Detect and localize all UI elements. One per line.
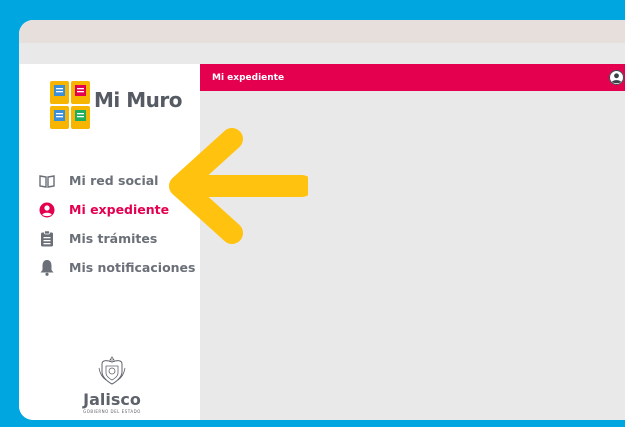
sidebar-item-mis-notificaciones[interactable]: Mis notificaciones [39,253,195,282]
org-name: Jalisco [83,390,141,409]
book-open-icon [39,173,55,189]
page-header: Mi expediente [200,64,625,91]
user-avatar-icon [609,70,624,85]
sidebar-item-label: Mi red social [69,173,159,188]
browser-toolbar [19,43,625,64]
sidebar-item-label: Mis notificaciones [69,260,196,275]
jalisco-logo: Jalisco GOBIERNO DEL ESTADO [72,354,152,414]
org-subtitle: GOBIERNO DEL ESTADO [83,409,141,414]
clipboard-icon [39,230,55,247]
app-window: Mi Muro Mi red social Mi expediente Mis … [19,20,625,420]
browser-titlebar [19,20,625,43]
app-logo[interactable]: Mi Muro [50,81,182,129]
sidebar-item-label: Mis trámites [69,231,158,246]
logo-mark-icon [50,81,90,129]
coat-of-arms-icon [98,356,126,385]
user-circle-icon [39,202,55,218]
user-avatar[interactable] [609,70,624,85]
app-name: Mi Muro [94,88,182,112]
sidebar-item-label: Mi expediente [69,202,170,217]
page-title: Mi expediente [212,73,285,83]
pointer-arrow-icon [169,128,308,244]
bell-icon [39,260,55,276]
